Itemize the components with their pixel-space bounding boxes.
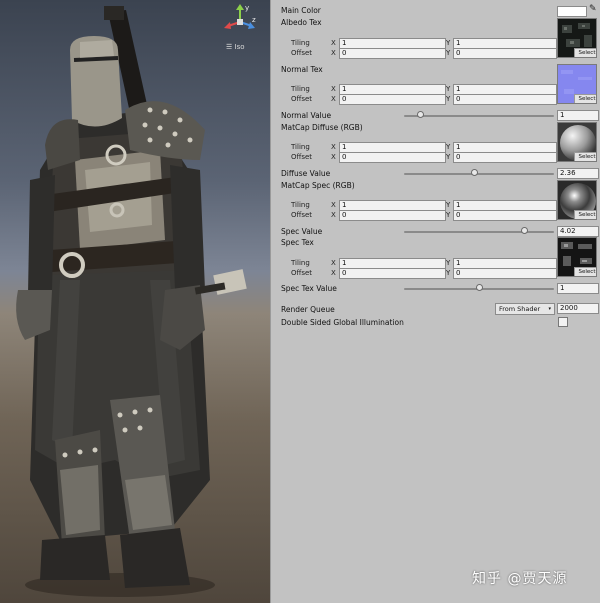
gizmo-z-label: z xyxy=(252,16,256,24)
spec-value-slider-thumb[interactable] xyxy=(520,227,528,234)
albedo-offset-x-axis: X xyxy=(331,49,336,57)
matcap-spec-texture-slot[interactable]: Select xyxy=(557,180,597,220)
normal-select-button[interactable]: Select xyxy=(574,94,596,103)
diffuse-value-label: Diffuse Value xyxy=(281,169,331,178)
spec-tex-offset-label: Offset xyxy=(291,269,313,277)
normal-offset-y-field[interactable]: 0 xyxy=(453,94,557,105)
albedo-offset-y-field[interactable]: 0 xyxy=(453,48,557,59)
watermark-text: 知乎 @贾天源 xyxy=(472,571,568,587)
spec-tex-select-button[interactable]: Select xyxy=(574,267,596,276)
projection-text: Iso xyxy=(234,43,245,51)
albedo-texture-slot[interactable]: Select xyxy=(557,18,597,58)
spec-value-slider[interactable] xyxy=(404,231,554,233)
normal-offset-y-axis: Y xyxy=(446,95,451,103)
spec-tex-texture-slot[interactable]: Select xyxy=(557,237,597,277)
albedo-offset-y-axis: Y xyxy=(446,49,451,57)
normal-tex-label: Normal Tex xyxy=(281,65,323,74)
spec-tex-tiling-y-axis: Y xyxy=(446,259,451,267)
albedo-tiling-y-axis: Y xyxy=(446,39,451,47)
iso-icon: ☰ xyxy=(226,43,235,51)
matcap-spec-label: MatCap Spec (RGB) xyxy=(281,181,355,190)
double-sided-gi-label: Double Sided Global Illumination xyxy=(281,318,404,327)
normal-offset-label: Offset xyxy=(291,95,313,103)
normal-tiling-x-axis: X xyxy=(331,85,336,93)
matcap-spec-offset-label: Offset xyxy=(291,211,313,219)
spec-value-label: Spec Value xyxy=(281,227,323,236)
normal-tiling-y-axis: Y xyxy=(446,85,451,93)
projection-label[interactable]: ☰ Iso xyxy=(226,43,245,51)
albedo-offset-label: Offset xyxy=(291,49,313,57)
matcap-spec-tiling-label: Tiling xyxy=(291,201,310,209)
spec-tex-tiling-label: Tiling xyxy=(291,259,310,267)
matcap-diffuse-offset-label: Offset xyxy=(291,153,313,161)
albedo-select-button[interactable]: Select xyxy=(574,48,596,57)
render-queue-option: From Shader xyxy=(499,305,541,313)
spec-tex-value-slider-thumb[interactable] xyxy=(475,284,483,291)
dropdown-arrow-icon: ▾ xyxy=(548,306,551,312)
matcap-spec-tiling-x-axis: X xyxy=(331,201,336,209)
matcap-spec-tiling-y-axis: Y xyxy=(446,201,451,209)
spec-tex-offset-y-field[interactable]: 0 xyxy=(453,268,557,279)
albedo-tex-label: Albedo Tex xyxy=(281,18,322,27)
knight-model xyxy=(16,6,247,597)
normal-offset-x-axis: X xyxy=(331,95,336,103)
normal-value-slider-thumb[interactable] xyxy=(417,111,424,118)
double-sided-gi-checkbox[interactable] xyxy=(558,317,568,327)
spec-value-field[interactable]: 4.02 xyxy=(557,226,599,237)
matcap-diffuse-tiling-x-axis: X xyxy=(331,143,336,151)
normal-value-slider[interactable] xyxy=(404,115,554,117)
spec-tex-tiling-x-axis: X xyxy=(331,259,336,267)
normal-value-label: Normal Value xyxy=(281,111,332,120)
spec-tex-value-label: Spec Tex Value xyxy=(281,284,337,293)
matcap-diffuse-label: MatCap Diffuse (RGB) xyxy=(281,123,363,132)
matcap-spec-offset-x-field[interactable]: 0 xyxy=(339,210,446,221)
diffuse-value-slider[interactable] xyxy=(404,173,554,175)
normal-texture-slot[interactable]: Select xyxy=(557,64,597,104)
normal-value-field[interactable]: 1 xyxy=(557,110,599,121)
matcap-diffuse-tiling-label: Tiling xyxy=(291,143,310,151)
matcap-diffuse-texture-slot[interactable]: Select xyxy=(557,122,597,162)
orientation-gizmo[interactable]: y z xyxy=(222,4,258,40)
matcap-spec-offset-y-axis: Y xyxy=(446,211,451,219)
diffuse-value-slider-thumb[interactable] xyxy=(471,169,478,176)
render-queue-value-field[interactable]: 2000 xyxy=(557,303,599,314)
matcap-diffuse-offset-y-axis: Y xyxy=(446,153,451,161)
material-inspector: Main Color ✎ Albedo Tex Tiling X 1 Y 1 O… xyxy=(270,0,600,603)
main-color-swatch[interactable] xyxy=(557,6,587,17)
matcap-spec-select-button[interactable]: Select xyxy=(574,210,596,219)
scene-viewport[interactable]: y z ☰ Iso xyxy=(0,0,270,603)
matcap-diffuse-tiling-y-axis: Y xyxy=(446,143,451,151)
render-queue-dropdown[interactable]: From Shader ▾ xyxy=(495,303,555,315)
matcap-diffuse-offset-y-field[interactable]: 0 xyxy=(453,152,557,163)
diffuse-value-field[interactable]: 2.36 xyxy=(557,168,599,179)
matcap-diffuse-select-button[interactable]: Select xyxy=(574,152,596,161)
matcap-diffuse-offset-x-axis: X xyxy=(331,153,336,161)
normal-offset-x-field[interactable]: 0 xyxy=(339,94,446,105)
spec-tex-offset-x-field[interactable]: 0 xyxy=(339,268,446,279)
render-queue-label: Render Queue xyxy=(281,305,335,314)
spec-tex-value-field[interactable]: 1 xyxy=(557,283,599,294)
spec-tex-offset-y-axis: Y xyxy=(446,269,451,277)
matcap-diffuse-offset-x-field[interactable]: 0 xyxy=(339,152,446,163)
spec-tex-label: Spec Tex xyxy=(281,238,314,247)
albedo-offset-x-field[interactable]: 0 xyxy=(339,48,446,59)
eyedropper-icon[interactable]: ✎ xyxy=(589,4,597,14)
matcap-spec-offset-y-field[interactable]: 0 xyxy=(453,210,557,221)
main-color-label: Main Color xyxy=(281,6,321,15)
matcap-spec-offset-x-axis: X xyxy=(331,211,336,219)
albedo-tiling-label: Tiling xyxy=(291,39,310,47)
gizmo-y-label: y xyxy=(245,4,250,12)
spec-tex-offset-x-axis: X xyxy=(331,269,336,277)
albedo-tiling-x-axis: X xyxy=(331,39,336,47)
normal-tiling-label: Tiling xyxy=(291,85,310,93)
